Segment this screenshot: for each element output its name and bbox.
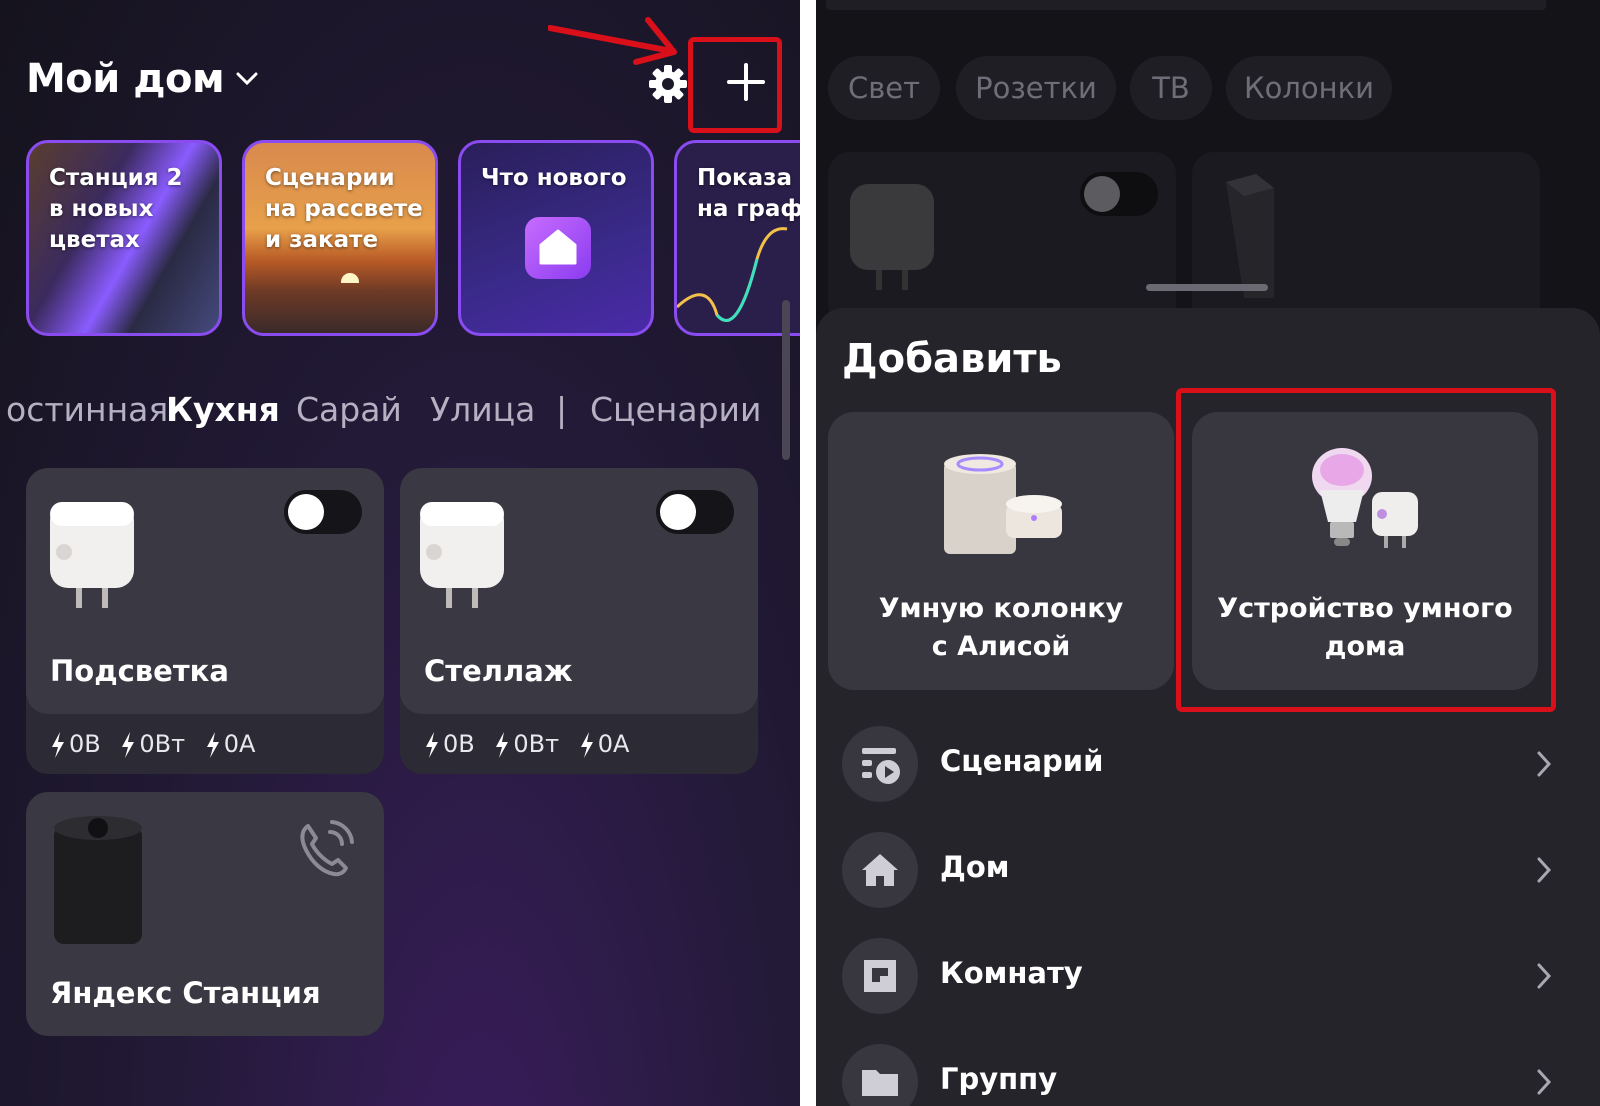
row-label: Группу	[940, 1062, 1058, 1096]
story-scenarios[interactable]: Сценарии на рассвете и закате	[242, 140, 438, 336]
pointer-arrow-annotation	[548, 17, 677, 65]
home-app-icon	[525, 217, 591, 279]
power-toggle[interactable]	[656, 490, 734, 534]
voltage-value: 0В	[443, 730, 475, 758]
filter-chip-sockets[interactable]: Розетки	[956, 56, 1116, 120]
background-tabs-cutoff	[826, 0, 1546, 10]
smart-device-highlight	[1176, 388, 1556, 712]
power-bolt-icon	[580, 732, 593, 758]
power-bolt-icon	[426, 732, 438, 758]
add-scenario-row[interactable]: Сценарий	[842, 726, 1552, 806]
current-value: 0А	[223, 730, 256, 758]
add-smart-speaker-card[interactable]: Умную колонку с Алисой	[828, 412, 1174, 690]
background-device-card	[1192, 152, 1540, 327]
power-toggle[interactable]	[284, 490, 362, 534]
row-label: Комнату	[940, 956, 1083, 990]
scenario-icon	[842, 726, 918, 802]
device-card-podsvetka[interactable]: Подсветка 0В 0Вт 0А	[26, 468, 384, 774]
filter-chip-speakers[interactable]: Колонки	[1226, 56, 1392, 120]
sheet-title: Добавить	[842, 336, 1062, 382]
remote-device-icon	[1226, 174, 1274, 298]
add-bottom-sheet: Добавить Умную колонку с Алисой Устройст…	[816, 308, 1600, 1106]
chart-curve	[677, 227, 788, 322]
story-whats-new[interactable]: Что нового	[458, 140, 654, 336]
chevron-down-icon[interactable]	[236, 72, 258, 86]
chevron-right-icon	[1537, 751, 1552, 777]
filter-chip-light[interactable]: Свет	[828, 56, 940, 120]
sun-shape	[341, 273, 359, 283]
tab-divider: |	[556, 390, 568, 429]
chevron-right-icon	[1537, 1069, 1552, 1095]
filter-chip-tv[interactable]: ТВ	[1130, 56, 1212, 120]
story-label: Что нового	[481, 165, 627, 191]
add-sheet-screen: Свет Розетки ТВ Колонки Добавить Умную к…	[816, 0, 1600, 1106]
story-station[interactable]: Станция 2 в новых цветах	[26, 140, 222, 336]
power-value: 0Вт	[139, 730, 186, 758]
add-button-highlight	[688, 37, 782, 133]
story-label: Сценарии на рассвете и закате	[265, 165, 423, 253]
tab-shed[interactable]: Сарай	[296, 390, 402, 429]
tab-street[interactable]: Улица	[430, 390, 535, 429]
home-title[interactable]: Мой дом	[26, 56, 225, 102]
device-name: Яндекс Станция	[50, 976, 321, 1010]
power-toggle	[1080, 172, 1158, 216]
power-bolt-icon	[496, 732, 509, 758]
device-card-stellazh[interactable]: Стеллаж 0В 0Вт 0А	[400, 468, 758, 774]
tab-kitchen[interactable]: Кухня	[166, 390, 280, 429]
tab-scenarios[interactable]: Сценарии	[590, 390, 761, 429]
power-bolt-icon	[122, 732, 135, 758]
story-label: Станция 2 в новых цветах	[49, 165, 183, 253]
smart-plug-icon	[850, 184, 934, 290]
room-tabs: остинная Кухня Сарай Улица | Сценарии	[0, 390, 790, 440]
tab-gostinaya[interactable]: остинная	[6, 390, 168, 429]
phone-call-icon[interactable]	[294, 816, 358, 880]
folder-icon	[842, 1044, 918, 1106]
power-bolt-icon	[52, 732, 64, 758]
device-card-yandex-station[interactable]: Яндекс Станция	[26, 792, 384, 1036]
smart-plug-icon	[420, 502, 504, 608]
voltage-value: 0В	[69, 730, 101, 758]
chevron-right-icon	[1537, 963, 1552, 989]
background-device-card	[828, 152, 1176, 327]
story-label: Показа на граф	[697, 165, 800, 222]
row-label: Сценарий	[940, 744, 1104, 778]
add-home-row[interactable]: Дом	[842, 832, 1552, 912]
smart-plug-icon	[50, 502, 134, 608]
add-room-row[interactable]: Комнату	[842, 938, 1552, 1018]
smart-speaker-icon	[54, 816, 142, 944]
gear-icon[interactable]	[648, 64, 688, 104]
power-bolt-icon	[206, 732, 219, 758]
scroll-indicator	[782, 300, 790, 460]
sheet-drag-handle[interactable]	[1146, 284, 1268, 291]
house-icon	[842, 832, 918, 908]
home-screen: Мой дом Станция 2 в новых цветах Сценари…	[0, 0, 800, 1106]
power-value: 0Вт	[513, 730, 560, 758]
room-icon	[842, 938, 918, 1014]
device-name: Подсветка	[50, 654, 229, 688]
add-card-label: Умную колонку с Алисой	[878, 593, 1124, 662]
current-value: 0А	[597, 730, 630, 758]
device-metrics: 0В 0Вт 0А	[50, 730, 267, 759]
add-group-row[interactable]: Группу	[842, 1044, 1552, 1106]
chevron-right-icon	[1537, 857, 1552, 883]
device-name: Стеллаж	[424, 654, 573, 688]
row-label: Дом	[940, 850, 1010, 884]
device-metrics: 0В 0Вт 0А	[424, 730, 641, 759]
smart-speaker-product-icon	[944, 454, 1062, 554]
